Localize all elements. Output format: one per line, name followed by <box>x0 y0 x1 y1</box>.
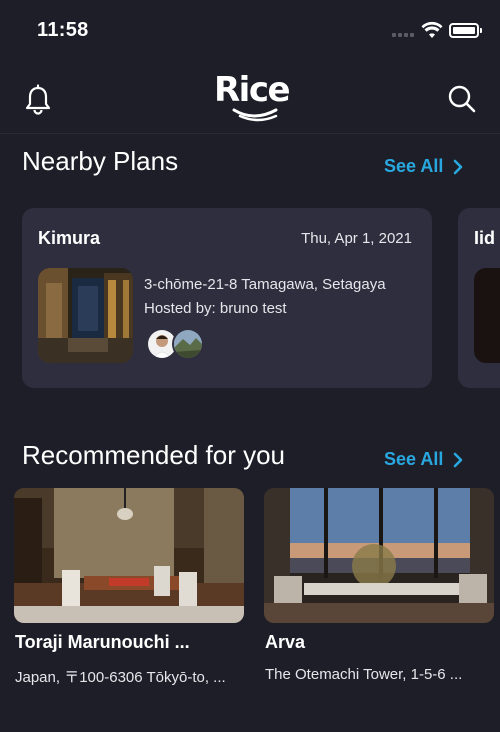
recommended-card-image[interactable] <box>264 488 494 623</box>
plan-card[interactable]: Kimura Thu, Apr 1, 2021 3-chōme-21-8 Tam… <box>22 208 432 388</box>
wifi-icon <box>421 21 443 38</box>
battery-icon <box>449 23 482 38</box>
chevron-right-icon <box>454 452 463 467</box>
plan-host: Hosted by: bruno test <box>144 300 287 317</box>
chevron-right-icon <box>454 159 463 174</box>
recommended-item-title[interactable]: Toraji Marunouchi ... <box>15 632 190 653</box>
plan-date: Thu, Apr 1, 2021 <box>301 230 412 247</box>
signal-icon <box>392 33 414 37</box>
recommended-see-all-button[interactable]: See All <box>384 449 463 470</box>
plan-thumbnail <box>474 268 500 363</box>
plan-address: 3-chōme-21-8 Tamagawa, Setagaya <box>144 276 386 293</box>
status-bar: 11:58 <box>0 0 500 62</box>
bell-icon[interactable] <box>24 84 52 116</box>
recommended-card-image[interactable] <box>14 488 244 623</box>
app-logo[interactable]: Rice <box>214 70 291 124</box>
plan-title: Iid <box>474 228 495 248</box>
recommended-item-title[interactable]: Arva <box>265 632 305 653</box>
plan-thumbnail <box>38 268 133 363</box>
nearby-plans-title: Nearby Plans <box>22 146 179 176</box>
avatar <box>172 328 204 360</box>
recommended-item-subtitle: Japan, 〒100-6306 Tōkyō-to, ... <box>15 669 226 686</box>
recommended-item-subtitle: The Otemachi Tower, 1-5-6 ... <box>265 666 463 683</box>
plan-card[interactable]: Iid <box>458 208 500 388</box>
plan-title: Kimura <box>38 228 101 248</box>
nav-divider <box>0 133 500 134</box>
nearby-see-all-button[interactable]: See All <box>384 156 463 177</box>
see-all-label: See All <box>384 449 444 469</box>
attendee-avatars[interactable] <box>146 328 210 360</box>
recommended-title: Recommended for you <box>22 440 286 470</box>
see-all-label: See All <box>384 156 444 176</box>
status-time: 11:58 <box>37 19 89 41</box>
search-icon[interactable] <box>447 84 477 114</box>
logo-swoosh <box>232 108 278 122</box>
